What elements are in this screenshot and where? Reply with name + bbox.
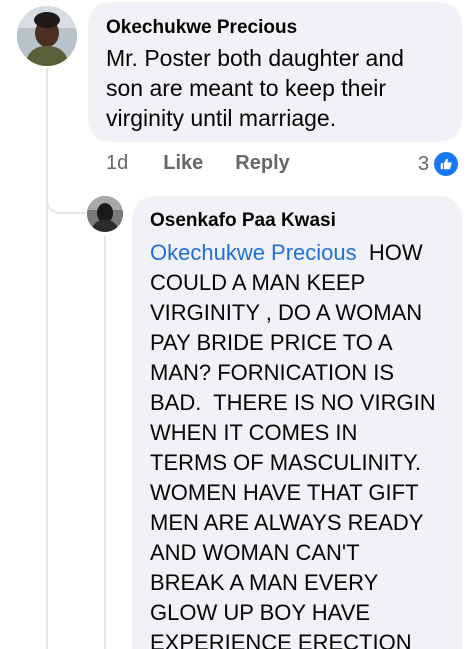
comment-line: AND WOMAN CAN'T: [150, 540, 360, 565]
avatar-photo: [17, 6, 77, 66]
comment-author[interactable]: Osenkafo Paa Kwasi: [150, 208, 444, 234]
avatar[interactable]: [17, 6, 77, 66]
comment-thread: Okechukwe Precious Mr. Poster both daugh…: [0, 0, 474, 649]
reply-button[interactable]: Reply: [235, 152, 289, 175]
thumbs-up-icon: [432, 150, 461, 178]
comment-line: BAD. THERE IS NO VIRGIN: [150, 390, 436, 415]
mention-link[interactable]: Okechukwe Precious: [150, 240, 357, 265]
comment-line: GLOW UP BOY HAVE: [150, 600, 371, 625]
comment-line: WHEN IT COMES IN: [150, 420, 358, 445]
reply-bubble: Osenkafo Paa Kwasi Okechukwe Precious HO…: [132, 196, 462, 649]
comment-bubble: Okechukwe Precious Mr. Poster both daugh…: [88, 2, 462, 142]
reaction-count: 3: [418, 152, 430, 175]
comment-line: MAN? FORNICATION IS: [150, 360, 395, 385]
comment-line: WOMEN HAVE THAT GIFT: [150, 480, 419, 505]
reply-connector: [46, 190, 86, 214]
comment-line: BREAK A MAN EVERY: [150, 570, 379, 595]
reply-thread-line: [104, 236, 106, 649]
comment-line: PAY BRIDE PRICE TO A: [150, 330, 393, 355]
comment-line: COULD A MAN KEEP: [150, 270, 366, 295]
avatar[interactable]: [87, 196, 123, 232]
comment-line: TERMS OF MASCULINITY.: [150, 450, 421, 475]
comment-text: Mr. Poster both daughter and son are mea…: [106, 45, 404, 131]
thread-line: [46, 68, 48, 649]
comment-line: HOW: [356, 240, 423, 265]
like-button[interactable]: Like: [163, 152, 203, 175]
comment-line: MEN ARE ALWAYS READY: [150, 510, 424, 535]
comment-line: EXPERIENCE ERECTION: [150, 630, 412, 649]
comment-author[interactable]: Okechukwe Precious: [106, 15, 444, 41]
comment-actions: 1d Like Reply: [106, 152, 290, 175]
reaction-summary[interactable]: 3: [418, 150, 461, 178]
comment-line: VIRGINITY , DO A WOMAN: [150, 300, 423, 325]
avatar-photo: [87, 196, 123, 232]
comment-text: Okechukwe Precious HOW COULD A MAN KEEP …: [150, 238, 444, 649]
comment-timestamp[interactable]: 1d: [106, 152, 128, 175]
